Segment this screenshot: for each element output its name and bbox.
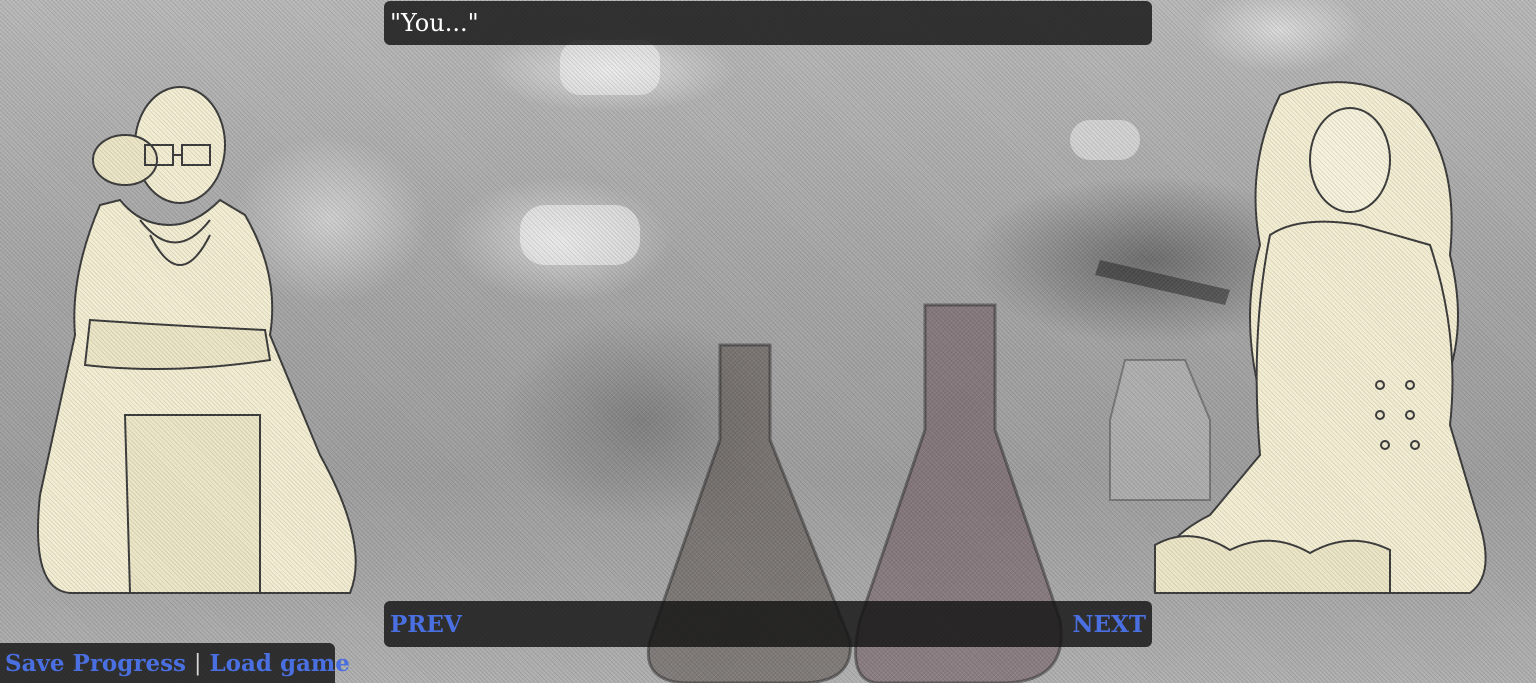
save-progress-link[interactable]: Save Progress (5, 650, 186, 677)
navigation-bar: PREV NEXT (384, 601, 1152, 647)
left-character-sprite (37, 86, 357, 594)
load-game-link[interactable]: Load game (209, 650, 349, 677)
dialogue-box: "You..." (384, 1, 1152, 45)
next-button[interactable]: NEXT (1072, 611, 1146, 638)
save-load-menu: Save Progress | Load game (0, 643, 350, 683)
dialogue-text: "You..." (390, 9, 479, 37)
right-character-sprite (1153, 81, 1487, 594)
prev-button[interactable]: PREV (390, 611, 462, 638)
menu-separator: | (194, 650, 202, 676)
game-scene: "You..." PREV NEXT Save Progress | Load … (0, 0, 1536, 683)
